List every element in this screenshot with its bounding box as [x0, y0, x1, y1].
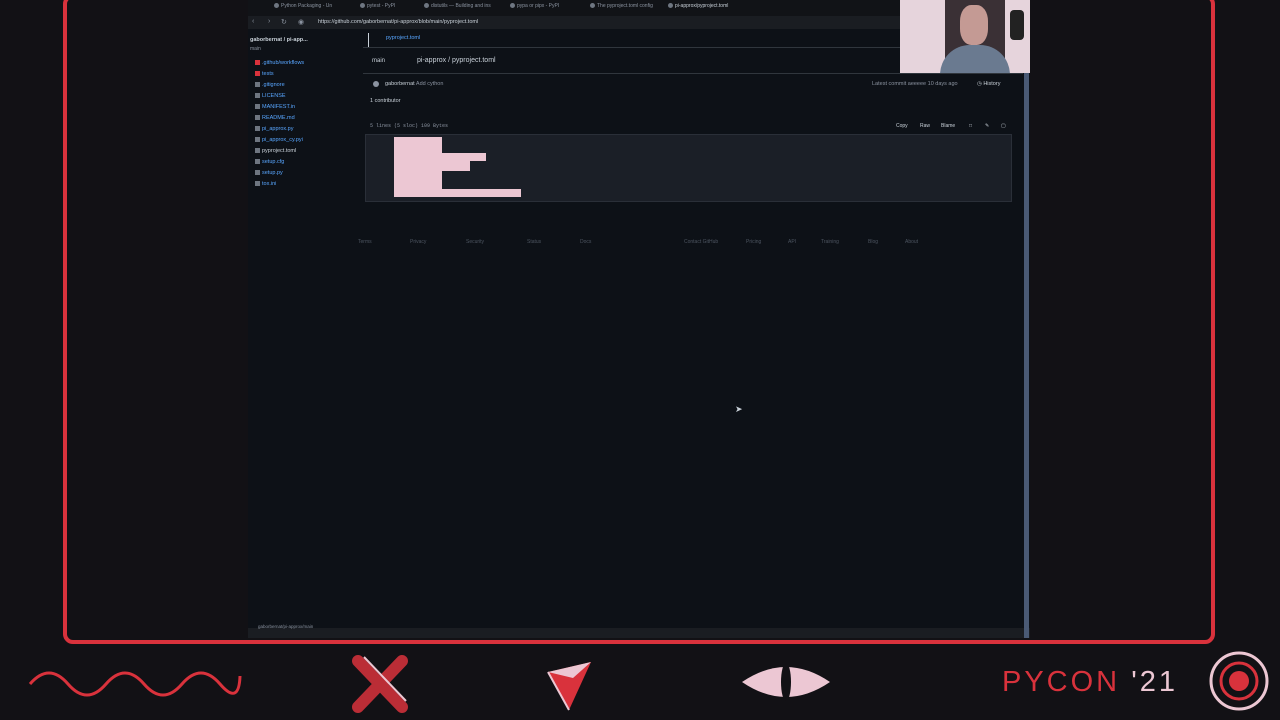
branch-select-button[interactable]: main: [372, 58, 385, 64]
window-edge: [1024, 0, 1029, 638]
footer-link[interactable]: Blog: [868, 239, 878, 245]
mouse-cursor-icon: ➤: [735, 404, 743, 414]
cross-icon: [352, 655, 408, 713]
forward-icon[interactable]: ›: [268, 18, 270, 25]
selection-highlight: [394, 153, 486, 161]
circle-logo-icon: [1209, 651, 1269, 711]
file-item[interactable]: .github/workflows: [255, 60, 304, 66]
file-icon: [255, 126, 260, 132]
footer-link[interactable]: About: [905, 239, 918, 245]
latest-commit[interactable]: Latest commit aeeeee 10 days ago: [872, 81, 958, 87]
copy-button[interactable]: Copy: [896, 123, 908, 129]
browser-tab[interactable]: The pyproject.toml config: [590, 3, 653, 9]
repo-title[interactable]: gaborbernat / pi-app...: [250, 37, 308, 43]
raw-button[interactable]: Raw: [920, 123, 930, 129]
browser-tab[interactable]: pytest - PyPI: [360, 3, 395, 9]
footer-link[interactable]: Contact GitHub: [684, 239, 718, 245]
browser-tab[interactable]: pypa or pipx - PyPI: [510, 3, 559, 9]
wave-icon: [28, 671, 242, 697]
trash-icon[interactable]: ▢: [1001, 123, 1006, 129]
file-item[interactable]: tests: [255, 71, 274, 77]
code-view: [365, 134, 1012, 202]
editor-tab[interactable]: pyproject.toml: [386, 35, 420, 41]
folder-icon: [255, 60, 260, 66]
file-item[interactable]: pi_approx.py: [255, 126, 294, 132]
footer-link[interactable]: Pricing: [746, 239, 761, 245]
commit-info: gaborbernat Add cython: [385, 81, 444, 87]
branch-label[interactable]: main: [250, 46, 261, 52]
file-icon: [255, 148, 260, 154]
file-item[interactable]: LICENSE: [255, 93, 286, 99]
folder-icon: [255, 71, 260, 77]
history-link[interactable]: ◷ History: [977, 81, 1000, 87]
status-bar: gaborbernat/pi-approx/main: [248, 624, 1030, 638]
footer-link[interactable]: Terms: [358, 239, 372, 245]
blame-button[interactable]: Blame: [941, 123, 955, 129]
contributors[interactable]: 1 contributor: [370, 98, 401, 104]
file-item[interactable]: setup.cfg: [255, 159, 284, 165]
file-icon: [255, 82, 260, 88]
browser-tab[interactable]: distutils — Building and ins: [424, 3, 491, 9]
selection-highlight: [394, 171, 442, 181]
shield-icon[interactable]: ◉: [298, 18, 304, 26]
selection-highlight: [394, 189, 521, 197]
footer-link[interactable]: Security: [466, 239, 484, 245]
file-info: 5 lines (5 sloc) 109 Bytes: [370, 123, 449, 129]
file-item-active[interactable]: pyproject.toml: [255, 148, 296, 154]
file-icon: [255, 93, 260, 99]
back-icon[interactable]: ‹: [252, 18, 254, 25]
footer-link[interactable]: Status: [527, 239, 541, 245]
file-tree: gaborbernat / pi-app... main .github/wor…: [248, 29, 358, 629]
file-icon: [255, 159, 260, 165]
edit-icon[interactable]: ✎: [985, 123, 989, 129]
file-item[interactable]: pi_approx_cy.pyi: [255, 137, 303, 143]
footer-link[interactable]: Docs: [580, 239, 591, 245]
reload-icon[interactable]: ↻: [281, 18, 287, 26]
eye-icon: [742, 663, 830, 701]
avatar[interactable]: [373, 81, 379, 87]
browser-window: Python Packaging - Un pytest - PyPI dist…: [248, 0, 1030, 638]
file-icon: [255, 170, 260, 176]
file-item[interactable]: README.md: [255, 115, 295, 121]
pycon-wordmark: PYCON '21: [1002, 666, 1178, 698]
gear-icon: [255, 181, 260, 187]
file-view: pyproject.toml main pi-approx / pyprojec…: [363, 29, 1023, 629]
desktop-icon[interactable]: □: [969, 123, 972, 129]
footer-link[interactable]: Training: [821, 239, 839, 245]
file-path: pi-approx / pyproject.toml: [417, 57, 496, 64]
url-field[interactable]: https://github.com/gaborbernat/pi-approx…: [318, 19, 478, 25]
status-text: gaborbernat/pi-approx/main: [258, 624, 314, 629]
file-item[interactable]: .gitignore: [255, 82, 285, 88]
file-icon: [255, 137, 260, 143]
file-item[interactable]: setup.py: [255, 170, 283, 176]
file-icon: [255, 115, 260, 121]
editor-tab-divider: [368, 33, 369, 47]
browser-tab-active[interactable]: pi-approx/pyproject.toml: [668, 3, 728, 9]
triangle-icon: [547, 662, 591, 711]
footer-link[interactable]: Privacy: [410, 239, 426, 245]
file-item[interactable]: tox.ini: [255, 181, 276, 187]
microphone: [1010, 10, 1024, 40]
footer-link[interactable]: API: [788, 239, 796, 245]
browser-tab[interactable]: Python Packaging - Un: [274, 3, 332, 9]
divider: [363, 73, 1023, 74]
selection-highlight: [394, 161, 470, 171]
file-item[interactable]: MANIFEST.in: [255, 104, 295, 110]
file-icon: [255, 104, 260, 110]
speaker-face: [960, 5, 988, 45]
webcam-feed: [900, 0, 1030, 73]
